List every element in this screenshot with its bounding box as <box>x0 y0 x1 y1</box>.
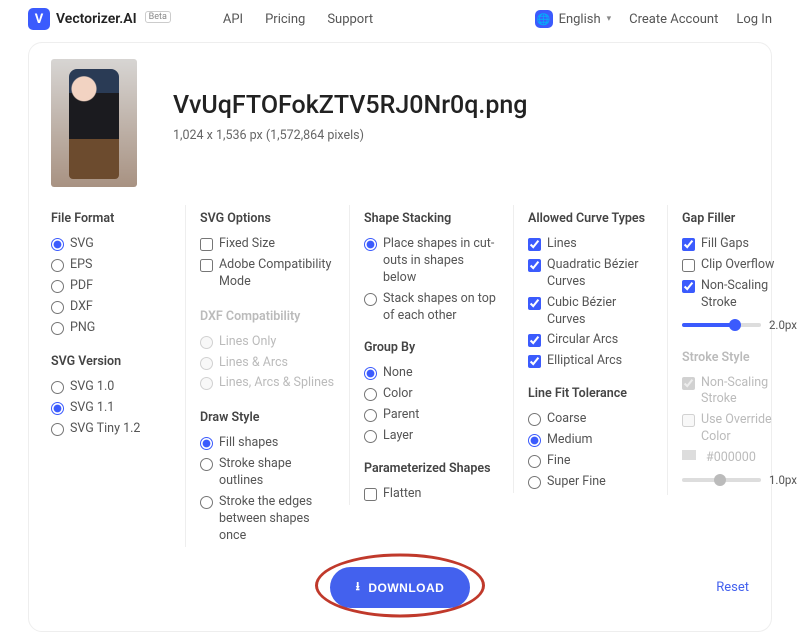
gap-slider[interactable] <box>682 323 761 327</box>
dxf-lines-arcs: Lines & Arcs <box>200 353 335 374</box>
beta-badge: Beta <box>145 11 171 23</box>
gap-value: 2.0px <box>769 318 797 332</box>
section-allowed-curves: Allowed Curve Types <box>528 211 653 226</box>
stacking-ontop[interactable]: Stack shapes on top of each other <box>364 289 499 327</box>
color-swatch-icon <box>682 450 696 460</box>
main-card: VvUqFTOFokZTV5RJ0Nr0q.png 1,024 x 1,536 … <box>28 42 772 632</box>
download-button[interactable]: ⭳ DOWNLOAD <box>330 567 471 608</box>
thumbnail <box>51 59 137 187</box>
globe-icon: 🌐 <box>535 10 553 28</box>
brand-name: Vectorizer.AI <box>56 11 137 27</box>
svg-adobe-compat[interactable]: Adobe Compatibility Mode <box>200 255 335 293</box>
stroke-override-color: Use Override Color <box>682 410 797 448</box>
dxf-lines-only: Lines Only <box>200 332 335 353</box>
curve-cubic[interactable]: Cubic Bézier Curves <box>528 293 653 331</box>
logo[interactable]: V Vectorizer.AI Beta <box>28 8 171 30</box>
file-header: VvUqFTOFokZTV5RJ0Nr0q.png 1,024 x 1,536 … <box>51 59 749 187</box>
file-name: VvUqFTOFokZTV5RJ0Nr0q.png <box>173 91 527 120</box>
curve-lines[interactable]: Lines <box>528 234 653 255</box>
stroke-color-row: #000000 <box>682 448 797 469</box>
col-allowed-curves: Allowed Curve Types Lines Quadratic Bézi… <box>513 205 653 493</box>
draw-fill[interactable]: Fill shapes <box>200 433 335 454</box>
draw-stroke-edges[interactable]: Stroke the edges between shapes once <box>200 492 335 547</box>
col-file-format: File Format SVG EPS PDF DXF PNG SVG Vers… <box>51 205 171 440</box>
file-format-svg[interactable]: SVG <box>51 234 171 255</box>
draw-stroke-outline[interactable]: Stroke shape outlines <box>200 454 335 492</box>
section-group-by: Group By <box>364 340 499 355</box>
section-stroke-style: Stroke Style <box>682 350 797 365</box>
reset-link[interactable]: Reset <box>716 580 749 595</box>
nav-pricing[interactable]: Pricing <box>265 12 305 27</box>
stroke-color-value: #000000 <box>706 450 756 467</box>
curve-circular[interactable]: Circular Arcs <box>528 330 653 351</box>
param-flatten[interactable]: Flatten <box>364 484 499 505</box>
file-format-dxf[interactable]: DXF <box>51 297 171 318</box>
stroke-non-scaling: Non-Scaling Stroke <box>682 373 797 411</box>
gap-clip-overflow[interactable]: Clip Overflow <box>682 255 797 276</box>
gap-fill-gaps[interactable]: Fill Gaps <box>682 234 797 255</box>
svg-version-tiny12[interactable]: SVG Tiny 1.2 <box>51 419 171 440</box>
col-shape-stacking: Shape Stacking Place shapes in cut-outs … <box>349 205 499 505</box>
topbar-right: 🌐 English ▾ Create Account Log In <box>535 10 772 28</box>
chevron-down-icon: ▾ <box>607 14 612 24</box>
group-parent[interactable]: Parent <box>364 405 499 426</box>
group-layer[interactable]: Layer <box>364 426 499 447</box>
section-param-shapes: Parameterized Shapes <box>364 461 499 476</box>
create-account-link[interactable]: Create Account <box>629 12 718 27</box>
curve-quadratic[interactable]: Quadratic Bézier Curves <box>528 255 653 293</box>
gap-non-scaling[interactable]: Non-Scaling Stroke <box>682 276 797 314</box>
file-dimensions: 1,024 x 1,536 px (1,572,864 pixels) <box>173 128 527 143</box>
stroke-slider-row: 1.0px <box>682 473 797 487</box>
linefit-medium[interactable]: Medium <box>528 430 653 451</box>
gap-slider-row: 2.0px <box>682 318 797 332</box>
file-format-pdf[interactable]: PDF <box>51 276 171 297</box>
stroke-slider <box>682 478 761 482</box>
language-selector[interactable]: 🌐 English ▾ <box>535 10 612 28</box>
top-bar: V Vectorizer.AI Beta API Pricing Support… <box>0 0 800 38</box>
section-line-fit: Line Fit Tolerance <box>528 386 653 401</box>
login-link[interactable]: Log In <box>736 12 772 27</box>
section-file-format: File Format <box>51 211 171 226</box>
linefit-superfine[interactable]: Super Fine <box>528 472 653 493</box>
stacking-cutouts[interactable]: Place shapes in cut-outs in shapes below <box>364 234 499 289</box>
group-none[interactable]: None <box>364 363 499 384</box>
section-svg-version: SVG Version <box>51 354 171 369</box>
nav: API Pricing Support <box>223 12 373 27</box>
section-gap-filler: Gap Filler <box>682 211 797 226</box>
svg-fixed-size[interactable]: Fixed Size <box>200 234 335 255</box>
nav-api[interactable]: API <box>223 12 243 27</box>
download-icon: ⭳ <box>356 577 361 598</box>
logo-icon: V <box>28 8 50 30</box>
linefit-fine[interactable]: Fine <box>528 451 653 472</box>
file-format-eps[interactable]: EPS <box>51 255 171 276</box>
linefit-coarse[interactable]: Coarse <box>528 409 653 430</box>
section-svg-options: SVG Options <box>200 211 335 226</box>
nav-support[interactable]: Support <box>327 12 373 27</box>
curve-elliptical[interactable]: Elliptical Arcs <box>528 351 653 372</box>
language-label: English <box>559 12 601 27</box>
options-grid: File Format SVG EPS PDF DXF PNG SVG Vers… <box>51 205 749 547</box>
col-svg-options: SVG Options Fixed Size Adobe Compatibili… <box>185 205 335 547</box>
stroke-value: 1.0px <box>769 473 797 487</box>
group-color[interactable]: Color <box>364 384 499 405</box>
col-gap-filler: Gap Filler Fill Gaps Clip Overflow Non-S… <box>667 205 797 495</box>
dxf-lines-arcs-splines: Lines, Arcs & Splines <box>200 373 335 394</box>
section-draw-style: Draw Style <box>200 410 335 425</box>
file-format-png[interactable]: PNG <box>51 318 171 339</box>
section-shape-stacking: Shape Stacking <box>364 211 499 226</box>
bottom-row: ⭳ DOWNLOAD Reset <box>51 563 749 613</box>
section-dxf-compat: DXF Compatibility <box>200 309 335 324</box>
